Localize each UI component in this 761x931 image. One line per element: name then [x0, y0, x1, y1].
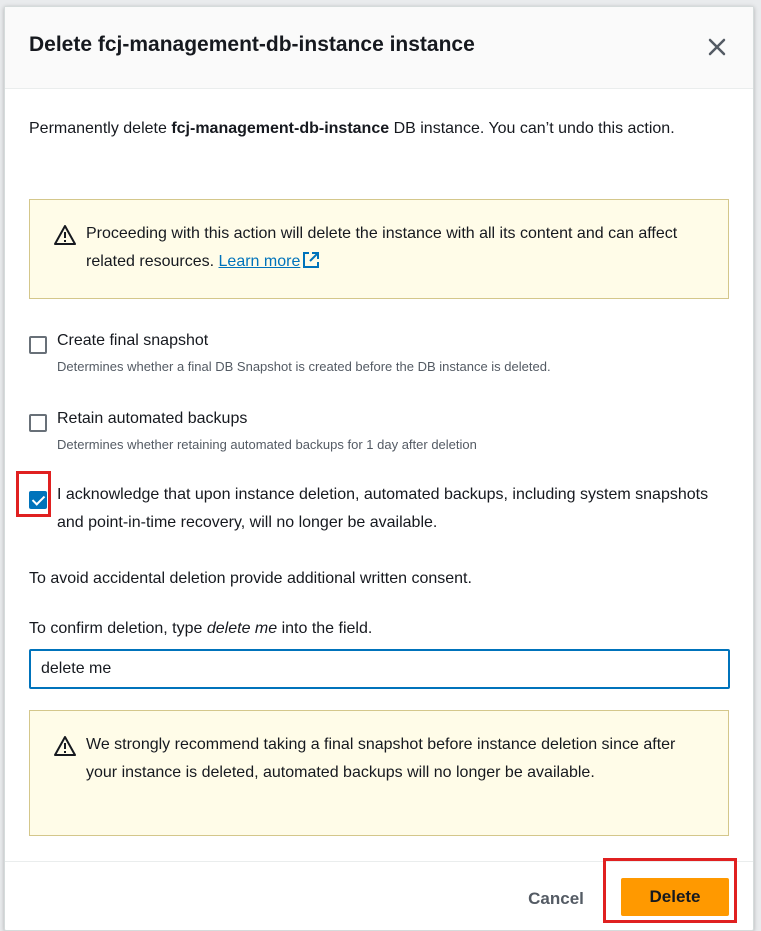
- cancel-button[interactable]: Cancel: [521, 882, 591, 916]
- confirm-deletion-input[interactable]: [29, 649, 730, 689]
- acknowledge-highlight-box: [16, 471, 51, 517]
- warning-icon: [54, 225, 76, 245]
- create-final-snapshot-checkbox[interactable]: [29, 336, 47, 354]
- learn-more-link[interactable]: Learn more: [219, 253, 301, 270]
- warning-alert-top: Proceeding with this action will delete …: [29, 199, 729, 299]
- warning-alert-bottom: We strongly recommend taking a final sna…: [29, 710, 729, 836]
- consent-text: To avoid accidental deletion provide add…: [29, 570, 472, 587]
- modal-header: Delete fcj-management-db-instance instan…: [5, 7, 753, 89]
- create-final-snapshot-description: Determines whether a final DB Snapshot i…: [57, 359, 551, 374]
- modal-title: Delete fcj-management-db-instance instan…: [29, 33, 475, 56]
- acknowledge-label: I acknowledge that upon instance deletio…: [57, 486, 709, 531]
- external-link-icon[interactable]: [302, 251, 320, 269]
- delete-instance-modal: Delete fcj-management-db-instance instan…: [4, 6, 754, 931]
- retain-automated-backups-description: Determines whether retaining automated b…: [57, 437, 477, 452]
- delete-highlight-box: [603, 858, 737, 923]
- retain-automated-backups-label: Retain automated backups: [57, 410, 248, 427]
- create-final-snapshot-label: Create final snapshot: [57, 332, 209, 349]
- intro-prefix: Permanently delete: [29, 120, 172, 137]
- retain-automated-backups-checkbox[interactable]: [29, 414, 47, 432]
- warning-alert-top-text: Proceeding with this action will delete …: [86, 220, 696, 276]
- warning-alert-bottom-text: We strongly recommend taking a final sna…: [86, 736, 676, 781]
- close-icon: [708, 38, 726, 56]
- confirm-prefix: To confirm deletion, type: [29, 620, 207, 637]
- confirm-phrase: delete me: [206, 620, 278, 637]
- confirm-label: To confirm deletion, type delete me into…: [29, 615, 372, 643]
- alert-top-message: Proceeding with this action will delete …: [86, 225, 678, 270]
- intro-text: Permanently delete fcj-management-db-ins…: [29, 115, 719, 143]
- instance-name: fcj-management-db-instance: [171, 120, 390, 137]
- warning-icon: [54, 736, 76, 756]
- confirm-suffix: into the field.: [277, 620, 373, 637]
- intro-suffix: DB instance. You can’t undo this action.: [389, 120, 675, 137]
- close-button[interactable]: [705, 35, 729, 59]
